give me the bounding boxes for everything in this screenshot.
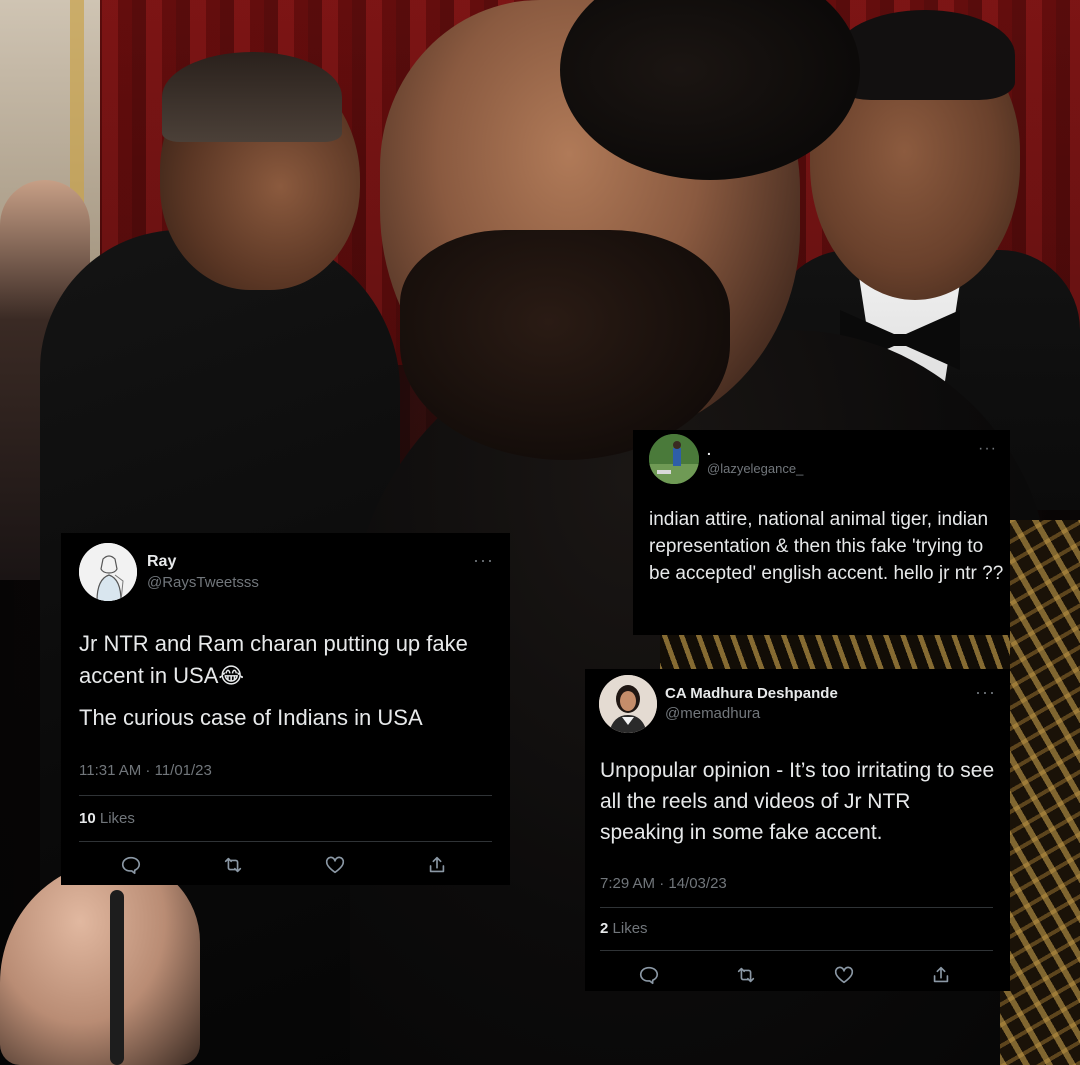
tweet-timestamp[interactable]: 7:29 AM · 14/03/23 xyxy=(600,875,727,892)
more-options-icon[interactable]: ··· xyxy=(473,551,494,569)
share-icon[interactable] xyxy=(425,853,449,877)
microphone-cable xyxy=(110,890,124,1065)
author-handle[interactable]: @RaysTweetsss xyxy=(147,574,259,591)
tweet-actions xyxy=(119,853,449,877)
author-name[interactable]: . xyxy=(707,442,711,458)
background-person-hair xyxy=(162,52,342,142)
likes-label: Likes xyxy=(99,810,135,827)
tweet-text: Unpopular opinion - It’s too irritating … xyxy=(600,759,995,844)
tweet-text-line2: The curious case of Indians in USA xyxy=(79,705,423,730)
author-name[interactable]: CA Madhura Deshpande xyxy=(665,685,838,702)
portrait-avatar[interactable] xyxy=(599,675,657,733)
divider xyxy=(79,795,492,796)
likes-label: Likes xyxy=(612,920,648,937)
reply-icon[interactable] xyxy=(637,963,661,987)
gold-embroidery xyxy=(1000,520,1080,1065)
divider xyxy=(600,907,993,908)
author-handle[interactable]: @memadhura xyxy=(665,705,760,722)
more-options-icon[interactable]: ··· xyxy=(978,441,997,457)
tweet-text: Jr NTR and Ram charan putting up fake ac… xyxy=(79,631,468,688)
like-icon[interactable] xyxy=(832,963,856,987)
retweet-icon[interactable] xyxy=(734,963,758,987)
likes-count[interactable]: 10 Likes xyxy=(79,810,135,827)
like-icon[interactable] xyxy=(323,853,347,877)
main-person-beard xyxy=(400,230,730,460)
sketch-avatar-icon[interactable] xyxy=(79,543,137,601)
tweet-text: indian attire, national animal tiger, in… xyxy=(649,509,1004,584)
right-man-hair xyxy=(835,10,1015,100)
divider xyxy=(79,841,492,842)
retweet-icon[interactable] xyxy=(221,853,245,877)
tweet-actions xyxy=(637,963,953,987)
divider xyxy=(600,950,993,951)
tweet-timestamp[interactable]: 11:31 AM · 11/01/23 xyxy=(79,762,212,779)
tweet-card[interactable]: Ray @RaysTweetsss ··· Jr NTR and Ram cha… xyxy=(61,533,510,885)
likes-count[interactable]: 2 Likes xyxy=(600,920,648,937)
tweet-card[interactable]: . @lazyelegance_ ··· indian attire, nati… xyxy=(633,430,1010,635)
share-icon[interactable] xyxy=(929,963,953,987)
likes-number: 2 xyxy=(600,920,609,937)
author-handle[interactable]: @lazyelegance_ xyxy=(707,461,803,476)
author-name[interactable]: Ray xyxy=(147,553,176,571)
reply-icon[interactable] xyxy=(119,853,143,877)
more-options-icon[interactable]: ··· xyxy=(975,683,996,701)
cricket-photo-avatar[interactable] xyxy=(649,434,699,484)
tweet-card[interactable]: CA Madhura Deshpande @memadhura ··· Unpo… xyxy=(585,669,1010,991)
likes-number: 10 xyxy=(79,810,96,827)
